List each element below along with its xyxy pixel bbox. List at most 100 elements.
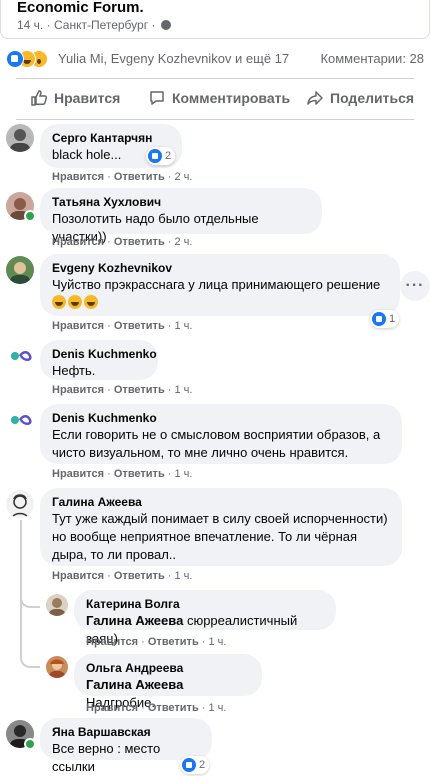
comment-like-link[interactable]: Нравится [52,320,104,332]
comment-reply-link[interactable]: Ответить [114,171,165,183]
avatar[interactable] [6,124,34,152]
comment-bubble: Denis Kuchmenko Нефть. [40,340,158,380]
comment-bubble: Evgeny Kozhevnikov Чуйство прэкрасснага … [40,254,400,316]
comments-count[interactable]: Комментарии: 28 [320,51,424,66]
globe-icon [160,20,171,30]
avatar[interactable] [6,256,34,284]
online-status-indicator [24,210,36,222]
comment-author[interactable]: Яна Варшавская [52,724,200,740]
more-options-icon[interactable]: ··· [400,271,430,301]
post-location[interactable]: Санкт-Петербург [54,18,148,32]
like-icon [182,758,196,772]
divider [16,78,414,79]
avatar[interactable] [46,594,68,616]
comment-reply-link[interactable]: Ответить [114,320,165,332]
comment-time[interactable]: 1 ч. [175,570,193,582]
comment-text-line: дыра, то ли провал.. [52,547,177,562]
comment-reply-link[interactable]: Ответить [148,636,199,648]
like-icon [372,312,386,326]
comment-reply-link[interactable]: Ответить [114,468,165,480]
comment-meta: Нравится · Ответить · 1 ч. [52,384,193,396]
share-button[interactable]: Поделиться [306,84,414,112]
laugh-emoji-icon [68,295,82,309]
mention-link[interactable]: Галина Ажеева [86,677,183,692]
comment-like-link[interactable]: Нравится [86,636,138,648]
comment-button-label: Комментировать [172,90,291,106]
avatar[interactable] [6,490,34,518]
comment-reactions[interactable]: 2 [146,147,176,165]
avatar[interactable] [46,656,68,678]
comment-text-line: чисто визуальном, то мне лично очень нра… [52,445,349,460]
comment-bubble: Ольга Андреева Галина Ажеева Надгробие. [74,654,262,710]
comment-bubble: Татьяна Хухлович Позолотить надо было от… [40,188,322,244]
comment-text-line: Тут уже каждый понимает в силу своей исп… [52,511,388,526]
post-actions-bar: Нравится Комментировать Поделиться [0,84,430,112]
comment-like-link[interactable]: Нравится [52,171,104,183]
comment-text: Все верно : место ссылки [52,741,161,774]
comment-bubble: Denis Kuchmenko Если говорить не о смысл… [40,404,402,464]
reaction-icons[interactable] [6,50,54,68]
comment-like-link[interactable]: Нравится [52,468,104,480]
comment-text: Нефть. [52,363,96,378]
comment-author[interactable]: Татьяна Хухлович [52,194,310,210]
like-icon [148,149,162,163]
comment-text: Чуйство прэкрасснага у лица принимающего… [52,277,381,292]
mention-link[interactable]: Галина Ажеева [86,613,183,628]
comment-reply-link[interactable]: Ответить [148,702,199,714]
comment-reactions[interactable]: 1 [370,310,400,328]
comment-meta: Нравится · Ответить · 2 ч. [52,171,193,183]
comment-author[interactable]: Галина Ажеева [52,494,390,510]
comment-like-link[interactable]: Нравится [52,236,104,248]
share-button-label: Поделиться [330,90,415,106]
comment-time[interactable]: 2 ч. [175,171,193,183]
share-icon [307,91,323,105]
comment-like-link[interactable]: Нравится [52,384,104,396]
comment-author[interactable]: Evgeny Kozhevnikov [52,260,388,276]
like-button[interactable]: Нравится [30,84,120,112]
comment-bubble: Галина Ажеева Тут уже каждый понимает в … [40,488,402,566]
comment-time[interactable]: 1 ч. [209,702,227,714]
comment-button[interactable]: Комментировать [148,84,290,112]
online-status-indicator [24,738,36,750]
comment-reply-link[interactable]: Ответить [114,384,165,396]
comment-reactions[interactable]: 2 [180,756,210,774]
comment-meta: Нравится · Ответить · 1 ч. [52,320,193,332]
comment-author[interactable]: Ольга Андреева [86,660,250,676]
post-time[interactable]: 14 ч. [17,18,43,32]
comment-emojis [52,294,388,312]
comment-time[interactable]: 1 ч. [175,320,193,332]
like-button-label: Нравится [54,90,121,106]
comment-author[interactable]: Катерина Волга [86,596,324,612]
comment-bubble: Катерина Волга Галина Ажеева сюрреалисти… [74,590,336,646]
avatar[interactable] [6,406,34,434]
thumbs-up-icon [31,90,48,106]
like-icon [6,50,24,68]
comment-author[interactable]: Denis Kuchmenko [52,410,390,426]
post-header-card: Economic Forum. 14 ч. · Санкт-Петербург … [0,0,430,39]
laugh-emoji-icon [52,295,66,309]
comment-reply-link[interactable]: Ответить [114,236,165,248]
reactions-summary: Yulia Mi, Evgeny Kozhevnikov и ещё 17 Ко… [0,48,430,70]
comment-time[interactable]: 1 ч. [175,468,193,480]
reply-thread-connector [20,592,40,608]
comment-time[interactable]: 1 ч. [209,636,227,648]
comment-bubble: Яна Варшавская Все верно : место ссылки [40,718,212,774]
comment-meta: Нравится · Ответить · 1 ч. [52,570,193,582]
comment-reply-link[interactable]: Ответить [114,570,165,582]
comment-meta: Нравится · Ответить · 1 ч. [86,636,227,648]
comment-author[interactable]: Серго Кантарчян [52,130,170,146]
comment-time[interactable]: 2 ч. [175,236,193,248]
comment-meta: Нравится · Ответить · 1 ч. [86,702,227,714]
reply-thread-connector [20,652,40,668]
post-meta: 14 ч. · Санкт-Петербург · [17,18,171,32]
divider [16,119,414,120]
avatar[interactable] [6,342,34,370]
comment-meta: Нравится · Ответить · 2 ч. [52,236,193,248]
reply-thread-line [20,604,22,654]
reactors-text[interactable]: Yulia Mi, Evgeny Kozhevnikov и ещё 17 [58,51,289,66]
comment-like-link[interactable]: Нравится [86,702,138,714]
comment-like-link[interactable]: Нравится [52,570,104,582]
comment-author[interactable]: Denis Kuchmenko [52,346,157,362]
comment-text-line: Если говорить не о смысловом восприятии … [52,427,381,442]
comment-time[interactable]: 1 ч. [175,384,193,396]
